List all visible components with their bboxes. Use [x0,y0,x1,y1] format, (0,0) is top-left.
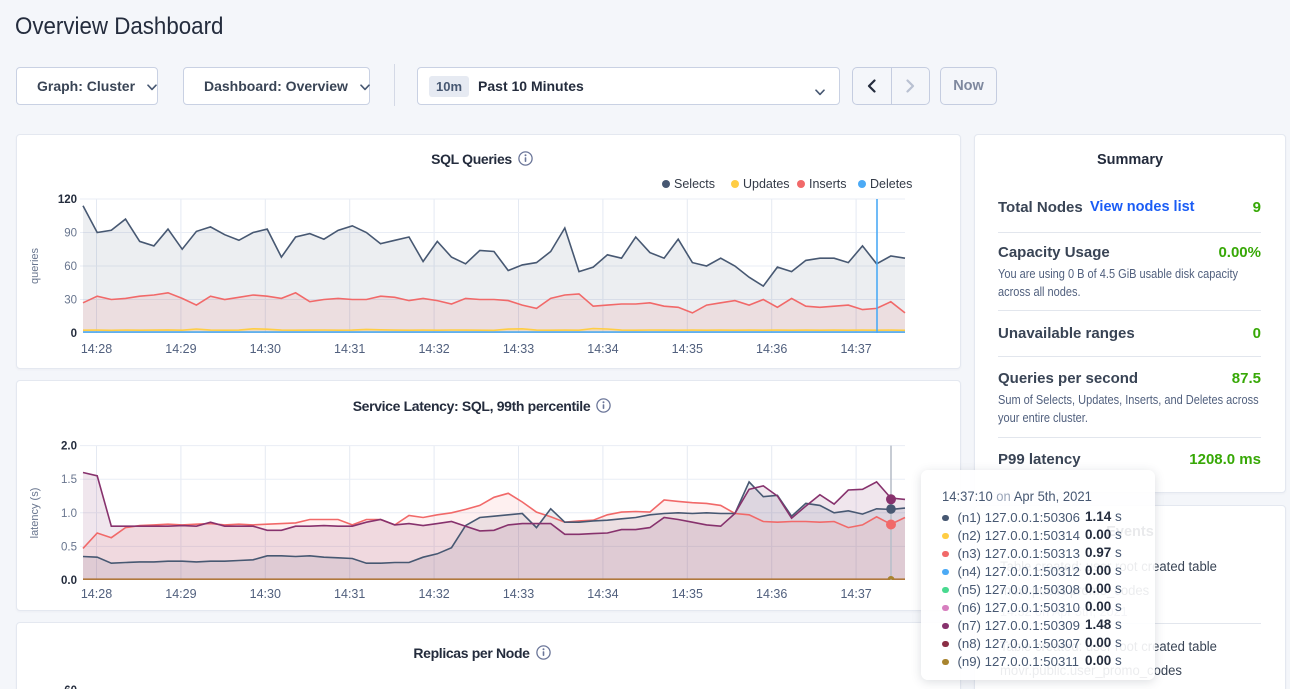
svg-text:latency (s): latency (s) [29,488,41,539]
svg-text:14:31: 14:31 [334,342,365,356]
svg-text:14:29: 14:29 [165,342,196,356]
svg-text:14:31: 14:31 [334,587,365,601]
svg-text:2.0: 2.0 [61,441,77,453]
svg-text:30: 30 [64,295,77,307]
svg-text:60: 60 [64,261,77,273]
svg-text:0.0: 0.0 [61,575,77,587]
svg-text:14:33: 14:33 [503,587,534,601]
svg-text:14:36: 14:36 [756,587,787,601]
svg-text:14:37: 14:37 [840,342,871,356]
svg-text:14:30: 14:30 [250,342,281,356]
svg-text:14:35: 14:35 [672,342,703,356]
svg-text:1.5: 1.5 [61,474,77,486]
svg-text:14:32: 14:32 [418,587,449,601]
svg-text:120: 120 [58,194,77,206]
svg-text:14:36: 14:36 [756,342,787,356]
svg-text:0.5: 0.5 [61,541,77,553]
svg-text:14:28: 14:28 [81,342,112,356]
svg-text:14:34: 14:34 [587,342,618,356]
svg-text:1.0: 1.0 [61,508,77,520]
svg-text:14:37: 14:37 [840,587,871,601]
svg-text:14:29: 14:29 [165,587,196,601]
svg-text:90: 90 [64,228,77,240]
svg-text:0: 0 [71,328,77,340]
svg-text:14:33: 14:33 [503,342,534,356]
svg-text:14:35: 14:35 [672,587,703,601]
svg-text:queries: queries [29,247,41,284]
svg-text:14:28: 14:28 [81,587,112,601]
svg-text:14:30: 14:30 [250,587,281,601]
svg-text:14:34: 14:34 [587,587,618,601]
svg-text:14:32: 14:32 [418,342,449,356]
